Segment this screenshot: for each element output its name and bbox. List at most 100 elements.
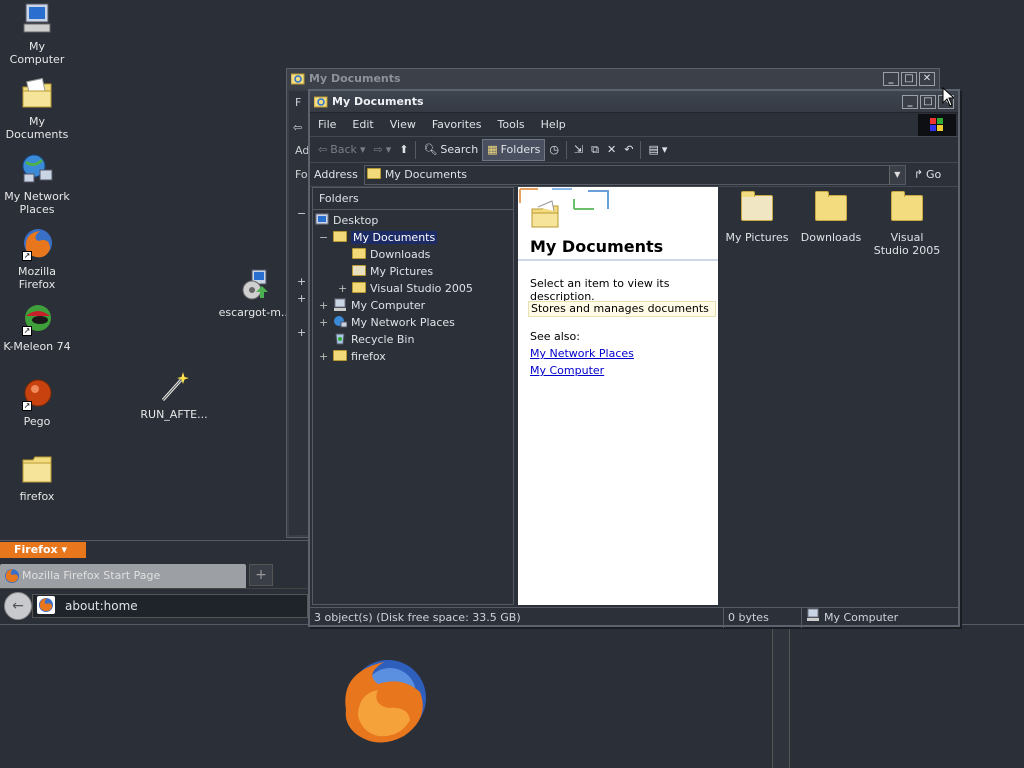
shortcut-arrow-icon: ↗ [22,401,32,411]
back-arrow-icon: ⇦ [318,143,328,156]
folders-pane: Folders Desktop − My Documents Downloads… [312,187,514,605]
minimize-button[interactable]: _ [902,95,918,109]
magic-wand-icon [157,370,191,404]
details-tooltip: Stores and manages documents [528,301,716,317]
move-to-button[interactable]: ⇲ [570,139,587,161]
dropdown-arrow-icon: ▾ [359,143,366,156]
views-button[interactable]: ▤ ▾ [644,139,671,161]
background-window-titlebar[interactable]: My Documents _ □ ✕ [287,69,939,89]
file-list: My Pictures Downloads Visual Studio 2005 [720,187,958,605]
tree-item-my-network-places[interactable]: + My Network Places [319,314,455,331]
details-title: My Documents [530,237,664,256]
firefox-menu-button[interactable]: Firefox ▾ [0,542,86,558]
expand-toggle[interactable]: + [319,316,328,329]
desktop-icon-my-computer[interactable]: My Computer [0,2,74,66]
vertical-scrollbar[interactable] [772,626,790,768]
tree-item-visual-studio-2005[interactable]: + Visual Studio 2005 [338,280,473,297]
tree-item-desktop[interactable]: Desktop [315,212,378,229]
copy-to-icon: ⧉ [591,142,600,156]
tree-item-label: Visual Studio 2005 [370,282,473,295]
tree-item-my-pictures[interactable]: My Pictures [352,263,433,280]
tree-item-my-documents[interactable]: − My Documents [319,229,438,246]
go-arrow-icon: ↱ [913,168,924,181]
background-menu-fragment: F [295,96,302,109]
desktop-icon-label: K-Meleon 74 [3,340,71,353]
desktop-icon-pego[interactable]: ↗ Pego [0,377,74,428]
background-folders-fragment: Fo [295,168,308,181]
url-bar[interactable]: about:home [32,594,308,618]
delete-button[interactable]: ✕ [603,139,620,161]
desktop-icon-firefox-folder[interactable]: firefox [0,452,74,503]
back-button[interactable]: ⇦ Back ▾ [314,139,369,161]
folders-button[interactable]: ▦ Folders [482,138,546,161]
toolbar: ⇦ Back ▾ ⇨ ▾ ⬆ 🔍︎ Search ▦ Folders ◷ ⇲ ⧉ ✕ ↶ … [310,137,958,163]
desktop-icon-mozilla-firefox[interactable]: ↗ Mozilla Firefox [0,227,74,291]
folder-icon [352,281,366,296]
status-size: 0 bytes [724,608,802,628]
history-button[interactable]: ◷ [545,139,563,161]
computer-icon [20,2,54,36]
expand-toggle[interactable]: + [319,350,328,363]
maximize-button[interactable]: □ [920,95,936,109]
desktop-icon-k-meleon[interactable]: ↗ K-Meleon 74 [0,302,74,353]
file-item-my-pictures[interactable]: My Pictures [722,191,792,244]
file-item-downloads[interactable]: Downloads [796,191,866,244]
copy-to-button[interactable]: ⧉ [587,139,603,161]
menu-file[interactable]: File [310,118,344,131]
background-tree-expander: + [297,292,307,305]
address-input[interactable]: My Documents ▼ [363,164,906,185]
tree-item-recycle-bin[interactable]: Recycle Bin [333,331,414,348]
back-button[interactable]: ← [4,592,32,620]
menu-edit[interactable]: Edit [344,118,381,131]
up-folder-button[interactable]: ⬆ [395,139,412,161]
desktop-icon-my-documents[interactable]: My Documents [0,77,74,141]
tree-item-label: Desktop [333,214,379,227]
collapse-toggle[interactable]: − [319,231,328,244]
menu-help[interactable]: Help [533,118,574,131]
file-item-visual-studio-2005[interactable]: Visual Studio 2005 [872,191,942,257]
forward-arrow-icon: ⇨ [373,143,383,156]
undo-button[interactable]: ↶ [620,139,637,161]
tree-item-firefox[interactable]: + firefox [319,348,386,365]
tree-item-downloads[interactable]: Downloads [352,246,430,263]
background-window-title: My Documents [309,72,401,85]
divider [0,540,308,541]
firefox-identity-icon[interactable] [37,596,55,614]
minimize-button[interactable]: _ [883,72,899,86]
dropdown-arrow-icon: ▾ [661,143,668,156]
folder-icon [333,349,347,364]
window-titlebar[interactable]: My Documents _ □ ✕ [310,91,958,113]
forward-button[interactable]: ⇨ ▾ [369,139,395,161]
maximize-button[interactable]: □ [901,72,917,86]
mouse-cursor-icon [942,86,956,110]
new-tab-button[interactable]: + [249,564,273,586]
file-item-label: Downloads [800,231,862,244]
address-dropdown-button[interactable]: ▼ [888,165,905,184]
go-button[interactable]: ↱ Go [914,168,941,181]
menu-favorites[interactable]: Favorites [424,118,490,131]
desktop-icon-run-after[interactable]: RUN_AFTE... [137,370,211,421]
link-my-network-places[interactable]: My Network Places [530,347,634,360]
desktop-icon-my-network-places[interactable]: My Network Places [0,152,74,216]
undo-icon: ↶ [624,143,634,156]
desktop-icon-escargot[interactable]: escargot-m... [218,268,292,319]
status-zone-label: My Computer [824,611,899,624]
browser-tab[interactable]: Mozilla Firefox Start Page [0,564,246,588]
link-my-computer[interactable]: My Computer [530,364,604,377]
close-button[interactable]: ✕ [919,72,935,86]
documents-folder-icon [20,77,54,111]
expand-toggle[interactable]: + [319,299,328,312]
move-to-icon: ⇲ [573,143,584,156]
search-label: Search [440,143,479,156]
computer-icon [806,608,820,628]
menu-view[interactable]: View [382,118,424,131]
toolbar-separator [565,140,567,159]
expand-toggle[interactable]: + [338,282,347,295]
address-label: Address [314,168,358,181]
my-documents-window[interactable]: My Documents _ □ ✕ File Edit View Favori… [308,89,960,628]
menu-tools[interactable]: Tools [490,118,533,131]
status-bar: 3 object(s) (Disk free space: 33.5 GB) 0… [310,607,958,628]
search-button[interactable]: 🔍︎ Search [419,139,482,161]
tree-item-my-computer[interactable]: + My Computer [319,297,425,314]
computer-icon [333,298,347,314]
